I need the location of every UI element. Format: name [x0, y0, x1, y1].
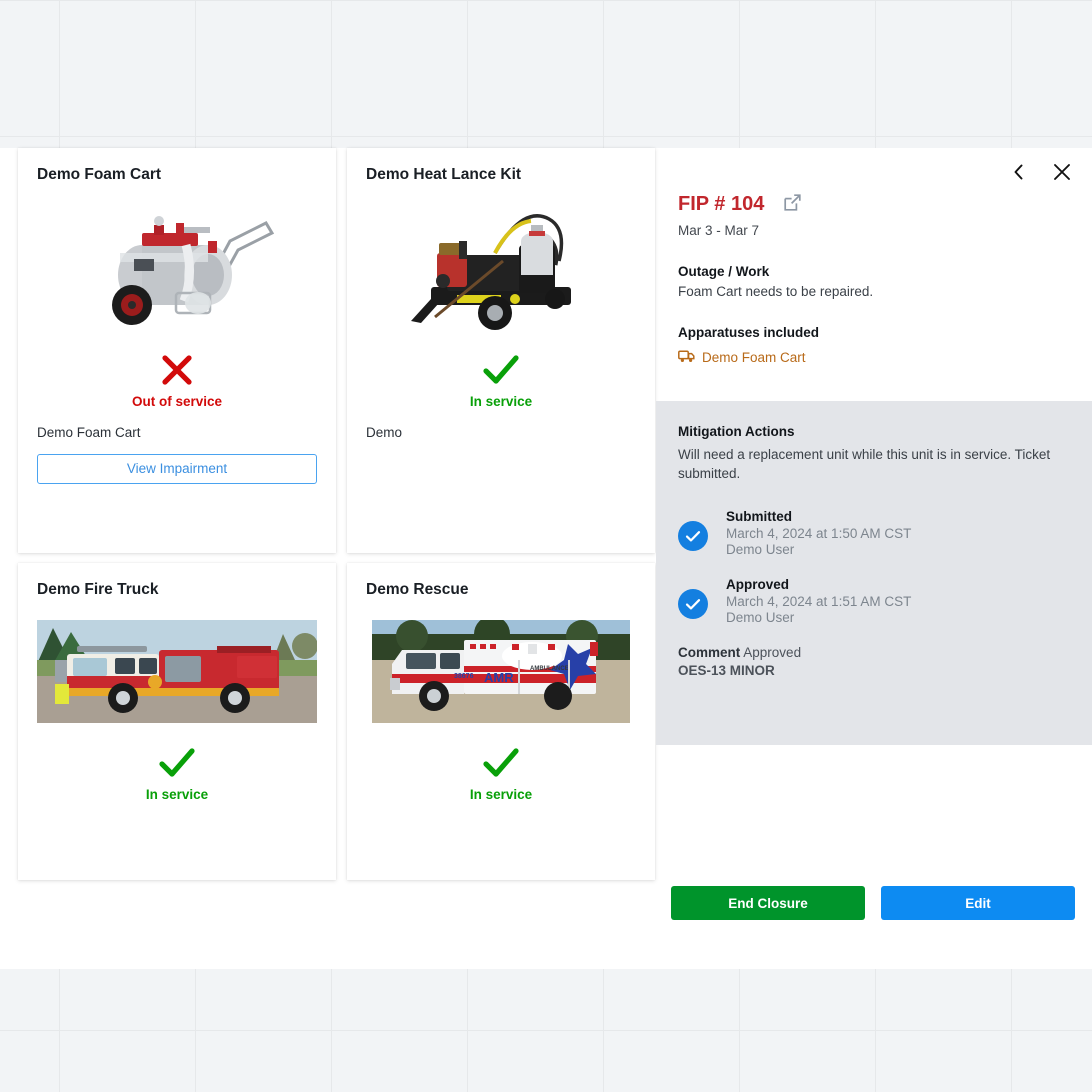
fire-truck-photo — [18, 607, 336, 735]
cross-icon — [18, 350, 336, 390]
apparatus-link[interactable]: Demo Foam Cart — [678, 349, 1092, 366]
timeline-event-name: Approved — [726, 577, 790, 593]
card-title: Demo Rescue — [366, 581, 469, 598]
status-block: Out of service — [18, 350, 336, 409]
check-icon — [18, 743, 336, 783]
background-grid-bottom — [0, 969, 1092, 1092]
timeline-timestamp: March 4, 2024 at 1:50 AM CST — [726, 526, 912, 542]
timeline-body: Approved March 4, 2024 at 1:51 AM CST De… — [726, 577, 911, 625]
mitigation-description: Will need a replacement unit while this … — [678, 447, 1051, 482]
comment-label: Comment — [678, 645, 741, 661]
mitigation-title: Mitigation Actions — [678, 424, 795, 439]
check-circle-icon — [678, 589, 708, 620]
status-badge: In service — [469, 787, 533, 802]
timeline-body: Submitted March 4, 2024 at 1:50 AM CST D… — [726, 509, 911, 557]
apparatuses-included-label: Apparatuses included — [678, 325, 820, 340]
timeline-item-submitted: Submitted March 4, 2024 at 1:50 AM CST D… — [678, 509, 1070, 557]
timeline-item-approved: Approved March 4, 2024 at 1:51 AM CST De… — [678, 577, 1070, 625]
mitigation-actions-panel: Mitigation Actions Will need a replaceme… — [656, 401, 1092, 745]
status-block: In service — [347, 743, 655, 802]
apparatus-modal-sheet: ERT APPARATUS Demo Foam Cart — [0, 148, 1092, 969]
apparatus-card-rescue[interactable]: Demo Rescue AMR 38676 AMBULANCE In servi… — [347, 563, 655, 880]
comment-value: Approved — [743, 645, 802, 661]
external-link-icon[interactable] — [784, 193, 802, 216]
action-buttons: End Closure Edit — [671, 886, 1075, 920]
comment-code: OES-13 MINOR — [678, 663, 775, 679]
background-grid-top — [0, 0, 1092, 148]
foam-cart-photo — [18, 192, 336, 342]
card-row-1: Demo Foam Cart Out of service Demo Foam … — [0, 148, 656, 553]
check-circle-icon — [678, 521, 708, 552]
end-closure-button[interactable]: End Closure — [671, 886, 865, 920]
outage-label: Outage / Work — [678, 264, 770, 279]
svg-text:38676: 38676 — [454, 673, 474, 680]
check-icon — [347, 350, 655, 390]
app-root: ERT APPARATUS Demo Foam Cart — [0, 0, 1092, 1092]
card-title: Demo Heat Lance Kit — [366, 166, 522, 183]
status-badge: In service — [469, 394, 533, 409]
card-subtitle: Demo Foam Cart — [37, 425, 141, 440]
detail-summary: FIP # 104 Mar 3 - Mar 7 Outage / Work Fo… — [656, 148, 1092, 366]
fip-header-row: FIP # 104 — [678, 193, 1092, 216]
timeline-timestamp: March 4, 2024 at 1:51 AM CST — [726, 594, 912, 610]
status-badge: Out of service — [131, 394, 223, 409]
timeline-user: Demo User — [726, 610, 795, 626]
svg-text:AMBULANCE: AMBULANCE — [530, 666, 569, 672]
mitigation-timeline: Submitted March 4, 2024 at 1:50 AM CST D… — [678, 509, 1070, 625]
timeline-user: Demo User — [726, 542, 795, 558]
status-block: In service — [347, 350, 655, 409]
outage-text: Foam Cart needs to be repaired. — [678, 284, 874, 299]
status-block: In service — [18, 743, 336, 802]
svg-text:AMR: AMR — [484, 670, 514, 685]
ambulance-photo: AMR 38676 AMBULANCE — [347, 607, 655, 735]
truck-icon — [678, 349, 695, 366]
check-icon — [347, 743, 655, 783]
apparatus-name: Demo Foam Cart — [702, 350, 806, 365]
impairment-detail-panel: FIP # 104 Mar 3 - Mar 7 Outage / Work Fo… — [656, 148, 1092, 888]
comment-row: Comment Approved — [678, 645, 1070, 660]
apparatus-card-grid: Demo Foam Cart Out of service Demo Foam … — [0, 148, 656, 888]
heat-lance-kit-photo — [347, 192, 655, 342]
apparatus-card-heat-lance-kit[interactable]: Demo Heat Lance Kit In service Demo — [347, 148, 655, 553]
status-badge: In service — [145, 787, 209, 802]
fip-date-range: Mar 3 - Mar 7 — [678, 223, 760, 238]
fip-number: FIP # 104 — [678, 193, 765, 215]
card-subtitle: Demo — [366, 425, 403, 440]
card-title: Demo Foam Cart — [37, 166, 162, 183]
view-impairment-button[interactable]: View Impairment — [37, 454, 317, 484]
apparatus-card-foam-cart[interactable]: Demo Foam Cart Out of service Demo Foam … — [18, 148, 336, 553]
timeline-event-name: Submitted — [726, 509, 792, 525]
edit-button[interactable]: Edit — [881, 886, 1075, 920]
card-row-2: Demo Fire Truck In service Demo Rescue A… — [0, 553, 656, 880]
card-title: Demo Fire Truck — [37, 581, 159, 598]
apparatus-card-fire-truck[interactable]: Demo Fire Truck In service — [18, 563, 336, 880]
